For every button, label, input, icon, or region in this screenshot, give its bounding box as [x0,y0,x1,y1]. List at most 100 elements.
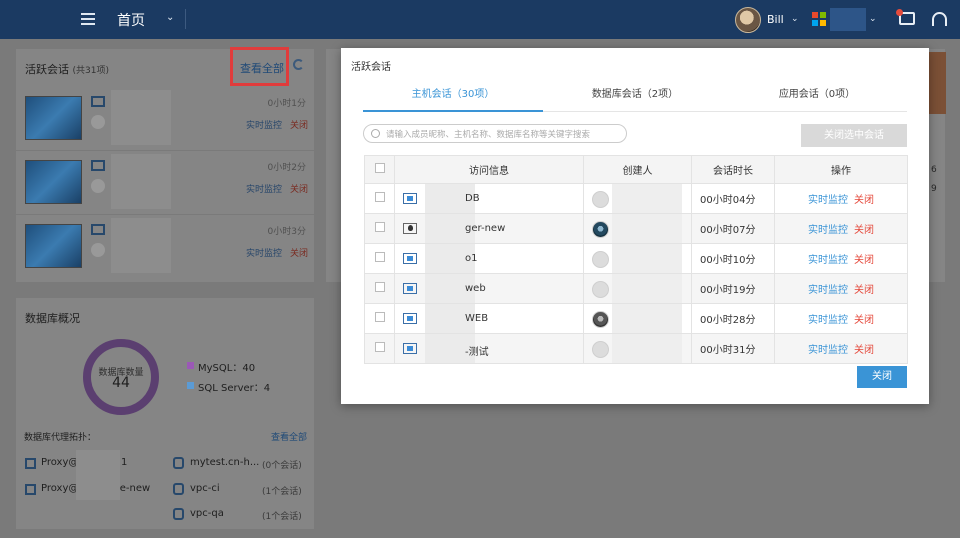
accent-block [928,52,946,114]
close-session-link[interactable]: 关闭 [290,246,308,259]
session-duration: 00小时10分 [691,243,775,274]
divider [185,9,186,29]
proxy-view-all-link[interactable]: 查看全部 [271,430,307,443]
column-header-duration: 会话时长 [691,155,775,184]
db-node-name[interactable]: vpc-ci [190,483,220,494]
close-session-link[interactable]: 关闭 [854,225,874,236]
proxy-name-prefix[interactable]: Proxy@ [41,457,78,468]
close-session-link[interactable]: 关闭 [854,345,874,356]
row-checkbox[interactable] [374,222,385,232]
session-item[interactable]: 0小时3分 实时监控 关闭 [16,215,314,279]
close-selected-sessions-button[interactable]: 关闭选中会话 [801,124,907,147]
redacted-area [111,218,171,273]
access-info-cell: -测试 [394,333,584,364]
redacted-area [612,274,682,303]
tab-database-sessions[interactable]: 数据库会话（2项） [545,86,725,112]
org-chevron-down-icon[interactable]: ⌄ [869,14,877,24]
creator-avatar [592,221,609,238]
table-row: DB 00小时04分 实时监控 关闭 [364,183,908,214]
user-menu-chevron-icon[interactable]: ⌄ [791,14,799,24]
db-node-name[interactable]: vpc-qa [190,508,224,519]
host-name: DB [465,193,480,204]
actions-cell: 实时监控 关闭 [774,183,908,214]
user-icon [91,115,105,129]
view-all-link[interactable]: 查看全部 [240,60,284,76]
user-icon [91,179,105,193]
hamburger-menu-icon[interactable] [81,13,95,25]
live-monitor-link[interactable]: 实时监控 [808,285,848,296]
actions-cell: 实时监控 关闭 [774,333,908,364]
proxy-name-suffix[interactable]: je-new [117,483,150,494]
user-name[interactable]: Bill [767,13,784,26]
creator-avatar [592,341,609,358]
creator-cell [583,333,692,364]
column-header-creator: 创建人 [583,155,692,184]
session-thumbnail[interactable] [25,160,82,204]
host-name: WEB [465,313,489,324]
row-checkbox[interactable] [374,252,385,262]
live-monitor-link[interactable]: 实时监控 [246,182,282,195]
organization-selector[interactable] [830,8,866,31]
monitor-icon [91,96,105,107]
close-session-link[interactable]: 关闭 [854,255,874,266]
session-item[interactable]: 0小时1分 实时监控 关闭 [16,87,314,151]
monitor-icon [91,224,105,235]
live-monitor-link[interactable]: 实时监控 [246,246,282,259]
headset-support-icon[interactable] [932,12,947,26]
session-duration: 0小时3分 [267,227,306,237]
redacted-area [612,184,682,213]
host-name: o1 [465,253,478,264]
proxy-topology-title: 数据库代理拓扑： [24,433,97,443]
legend-swatch-mysql [187,362,194,369]
search-input[interactable]: 请输入成员昵称、主机名称、数据库名称等关键字搜索 [363,124,627,143]
redacted-area [612,214,682,243]
live-monitor-link[interactable]: 实时监控 [808,345,848,356]
user-avatar[interactable] [735,7,761,33]
live-monitor-link[interactable]: 实时监控 [808,195,848,206]
close-session-link[interactable]: 关闭 [854,195,874,206]
actions-cell: 实时监控 关闭 [774,273,908,304]
close-session-link[interactable]: 关闭 [854,315,874,326]
live-monitor-link[interactable]: 实时监控 [246,118,282,131]
proxy-name-prefix[interactable]: Proxy@ [41,483,78,494]
session-item[interactable]: 0小时2分 实时监控 关闭 [16,151,314,215]
session-thumbnail[interactable] [25,224,82,268]
live-monitor-link[interactable]: 实时监控 [808,255,848,266]
row-checkbox[interactable] [374,342,385,352]
creator-cell [583,213,692,244]
database-icon [173,508,184,520]
database-icon [173,457,184,469]
chevron-down-icon[interactable]: ⌄ [166,12,174,23]
windows-host-icon [403,342,417,354]
live-monitor-link[interactable]: 实时监控 [808,315,848,326]
background-number: 9 [931,184,937,194]
close-session-link[interactable]: 关闭 [290,182,308,195]
table-row: ger-new 00小时07分 实时监控 关闭 [364,213,908,244]
creator-cell [583,183,692,214]
close-session-link[interactable]: 关闭 [854,285,874,296]
close-session-link[interactable]: 关闭 [290,118,308,131]
proxy-name-suffix[interactable]: 1 [121,457,127,468]
search-icon [371,129,380,138]
column-header-access-info: 访问信息 [394,155,584,184]
row-checkbox[interactable] [374,312,385,322]
select-all-checkbox[interactable] [374,163,385,173]
table-row: WEB 00小时28分 实时监控 关闭 [364,303,908,334]
tab-host-sessions[interactable]: 主机会话（30项） [363,86,543,112]
select-all-cell [364,155,395,184]
row-checkbox[interactable] [374,192,385,202]
host-name: -测试 [465,347,489,358]
legend-swatch-sqlserver [187,382,194,389]
session-thumbnail[interactable] [25,96,82,140]
home-title[interactable]: 首页 [117,10,145,30]
db-node-session-count: (1个会话) [262,487,302,497]
background-number: 6 [931,165,937,175]
proxy-icon [25,484,36,495]
close-dialog-button[interactable]: 关闭 [857,366,907,388]
live-monitor-link[interactable]: 实时监控 [808,225,848,236]
tab-application-sessions[interactable]: 应用会话（0项） [727,86,907,112]
access-info-cell: DB [394,183,584,214]
db-node-name[interactable]: mytest.cn-h... [190,457,259,468]
row-checkbox[interactable] [374,282,385,292]
refresh-icon[interactable] [293,59,304,70]
